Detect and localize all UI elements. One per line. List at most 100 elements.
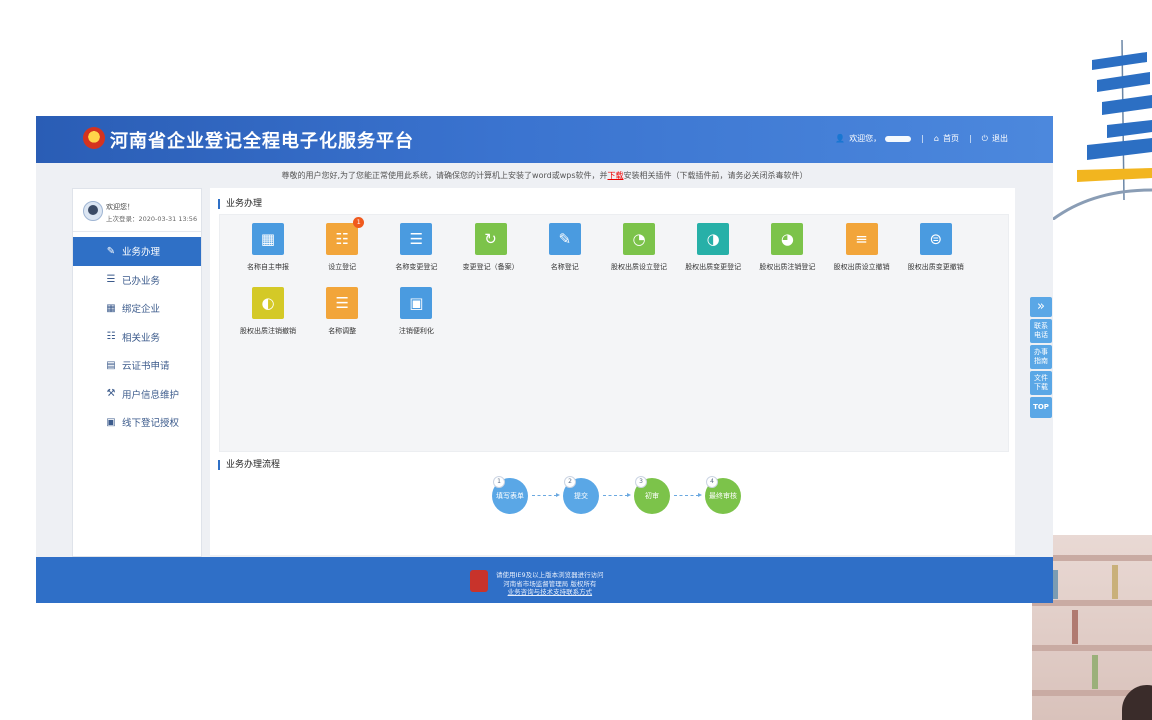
home-link[interactable]: ⌂ 首页: [934, 133, 959, 144]
adjust-icon: ☰: [326, 287, 359, 319]
sidebar-item-label: 业务办理: [122, 247, 161, 259]
building-illustration: [1052, 40, 1152, 220]
sidebar: 欢迎您！ 上次登录：2020-03-31 13:56 ✎ 业务办理 ☰ 已办业务 ▦ 绑定…: [72, 188, 202, 557]
flow-step-2: 2 提交: [563, 476, 599, 514]
business-tile-4[interactable]: ↻ 变更登记（备案）: [456, 223, 526, 272]
back-to-top-button[interactable]: TOP: [1030, 397, 1052, 418]
flow-arrow-icon: [532, 493, 560, 497]
sidebar-item-5[interactable]: ▤ 云证书申请: [73, 351, 201, 380]
stack-revoke-icon: ⊜: [919, 223, 952, 255]
sidebar-item-label: 相关业务: [122, 332, 161, 344]
gauge-icon: ◐: [252, 287, 284, 319]
last-login: 上次登录：2020-03-31 13:56: [106, 215, 198, 223]
avatar: [83, 201, 103, 221]
sidebar-item-7[interactable]: ▣ 线下登记授权: [73, 408, 201, 437]
download-link[interactable]: 下载: [608, 171, 624, 180]
step-label: 提交: [574, 492, 588, 500]
business-tile-label: 变更登记（备案）: [462, 263, 519, 271]
sidebar-item-label: 绑定企业: [122, 304, 161, 316]
business-tile-label: 股权出质变更登记: [685, 263, 742, 271]
contact-phone-button[interactable]: 联系 电话: [1030, 319, 1052, 343]
screen-icon: ▣: [400, 287, 433, 319]
business-tile-9[interactable]: ≡ 股权出质设立撤销: [827, 223, 897, 272]
sidebar-welcome: 欢迎您！: [106, 203, 134, 211]
step-label: 填写表单: [496, 492, 524, 500]
sidebar-item-3[interactable]: ▦ 绑定企业: [73, 294, 201, 323]
floating-toolbar: » 联系 电话 办事 指南 文件 下载 TOP: [1030, 297, 1052, 420]
business-tile-label: 股权出质注销撤销: [240, 327, 296, 335]
business-tile-label: 股权出质设立撤销: [833, 263, 890, 271]
sidebar-item-2[interactable]: ☰ 已办业务: [73, 266, 201, 295]
form-icon: ☰: [400, 223, 433, 255]
main-panel: 业务办理 ▦ 名称自主申报 ☷ 1 设立登记 ☰ 名称变更登记 ↻ 变更登记（备案） ✎ 名称登记 ◔…: [210, 188, 1015, 555]
clipboard-icon: ☷ 1: [326, 217, 365, 255]
top-header: 河南省企业登记全程电子化服务平台 👤 欢迎您， | ⌂ 首页 | ⏻ 退出: [36, 116, 1053, 163]
header-user-links: 👤 欢迎您， | ⌂ 首页 | ⏻ 退出: [835, 133, 1008, 144]
business-tile-8[interactable]: ◕ 股权出质注销登记: [752, 223, 822, 272]
tools-icon: ⚒: [106, 388, 116, 400]
flow-arrow-icon: [674, 493, 702, 497]
list-revoke-icon: ≡: [845, 223, 878, 255]
footer-browser-tip: 请使用IE9及以上版本浏览器进行访问: [496, 571, 604, 579]
step-number: 2: [564, 476, 576, 488]
home-icon: ⌂: [933, 134, 939, 143]
sidebar-item-6[interactable]: ⚒ 用户信息维护: [73, 380, 201, 409]
logout-link[interactable]: ⏻ 退出: [982, 133, 1008, 144]
business-tile-10[interactable]: ⊜ 股权出质变更撤销: [901, 223, 971, 272]
business-tile-label: 股权出质变更撤销: [907, 263, 964, 271]
business-tile-12[interactable]: ☰ 名称调整: [307, 287, 377, 336]
sidebar-item-4[interactable]: ☷ 相关业务: [73, 323, 201, 352]
edit-icon: ✎: [106, 245, 116, 257]
national-emblem-icon: [83, 127, 105, 149]
business-tile-label: 名称登记: [550, 263, 579, 271]
masked-username: [885, 135, 912, 142]
business-tile-label: 注销便利化: [398, 327, 434, 335]
expand-button[interactable]: »: [1030, 297, 1052, 317]
process-flow: 1 填写表单 2 提交 3 初审 4 最终审核: [210, 476, 1015, 538]
business-section-title: 业务办理: [218, 199, 262, 209]
plugin-notice: 尊敬的用户您好,为了您能正常使用此系统，请确保您的计算机上安装了word或wps…: [281, 171, 808, 180]
business-tile-13[interactable]: ▣ 注销便利化: [381, 287, 451, 336]
business-tile-label: 股权出质注销登记: [759, 263, 816, 271]
flow-step-1: 1 填写表单: [492, 476, 528, 514]
power-icon: ⏻: [981, 133, 988, 143]
business-tile-label: 名称自主申报: [247, 263, 289, 271]
edit-doc-icon: ✎: [548, 223, 581, 255]
business-tile-7[interactable]: ◑ 股权出质变更登记: [678, 223, 748, 272]
business-tile-5[interactable]: ✎ 名称登记: [530, 223, 600, 272]
business-tile-11[interactable]: ◐ 股权出质注销撤销: [233, 287, 303, 336]
footer-support-link[interactable]: 业务咨询与技术支持联系方式: [496, 588, 604, 597]
flow-step-3: 3 初审: [634, 476, 670, 514]
site-title: 河南省企业登记全程电子化服务平台: [110, 131, 414, 152]
sidebar-item-label: 线下登记授权: [122, 418, 180, 430]
step-number: 1: [493, 476, 505, 488]
step-number: 3: [635, 476, 647, 488]
notification-badge: 1: [353, 217, 365, 228]
footer-copyright: 河南省市场监督管理局 版权所有: [503, 579, 597, 588]
business-tile-label: 名称调整: [328, 327, 357, 335]
sidebar-item-1[interactable]: ✎ 业务办理: [73, 237, 201, 266]
sidebar-nav: ✎ 业务办理 ☰ 已办业务 ▦ 绑定企业 ☷ 相关业务 ▤ 云证书申请 ⚒ 用户信息维护 ▣ 线下登记授权: [73, 237, 201, 437]
certificate-icon: ▤: [106, 359, 116, 371]
flow-step-4: 4 最终审核: [705, 476, 741, 514]
business-tile-label: 名称变更登记: [395, 263, 438, 271]
flow-arrow-icon: [603, 493, 631, 497]
step-label: 初审: [645, 492, 659, 500]
business-tile-label: 设立登记: [328, 263, 357, 271]
business-tile-6[interactable]: ◔ 股权出质设立登记: [604, 223, 674, 272]
pie-cancel-icon: ◕: [771, 223, 804, 255]
file-download-button[interactable]: 文件 下载: [1030, 371, 1052, 395]
business-tile-1[interactable]: ▦ 名称自主申报: [233, 223, 303, 272]
lock-icon: ▣: [106, 416, 116, 428]
business-tiles-area: ▦ 名称自主申报 ☷ 1 设立登记 ☰ 名称变更登记 ↻ 变更登记（备案） ✎ 名称登记 ◔ 股权出质设…: [219, 214, 1009, 452]
pie-change-icon: ◑: [697, 223, 730, 255]
business-tile-2[interactable]: ☷ 1 设立登记: [307, 217, 377, 272]
service-guide-button[interactable]: 办事 指南: [1030, 345, 1052, 369]
building-icon: ▦: [106, 302, 116, 314]
step-label: 最终审核: [709, 492, 737, 500]
building-icon: ▦: [252, 223, 284, 255]
footer: 请使用IE9及以上版本浏览器进行访问 河南省市场监督管理局 版权所有 业务咨询与…: [36, 557, 1053, 603]
flow-section-title: 业务办理流程: [218, 460, 280, 470]
business-tile-3[interactable]: ☰ 名称变更登记: [381, 223, 451, 272]
sidebar-item-label: 用户信息维护: [122, 389, 180, 401]
